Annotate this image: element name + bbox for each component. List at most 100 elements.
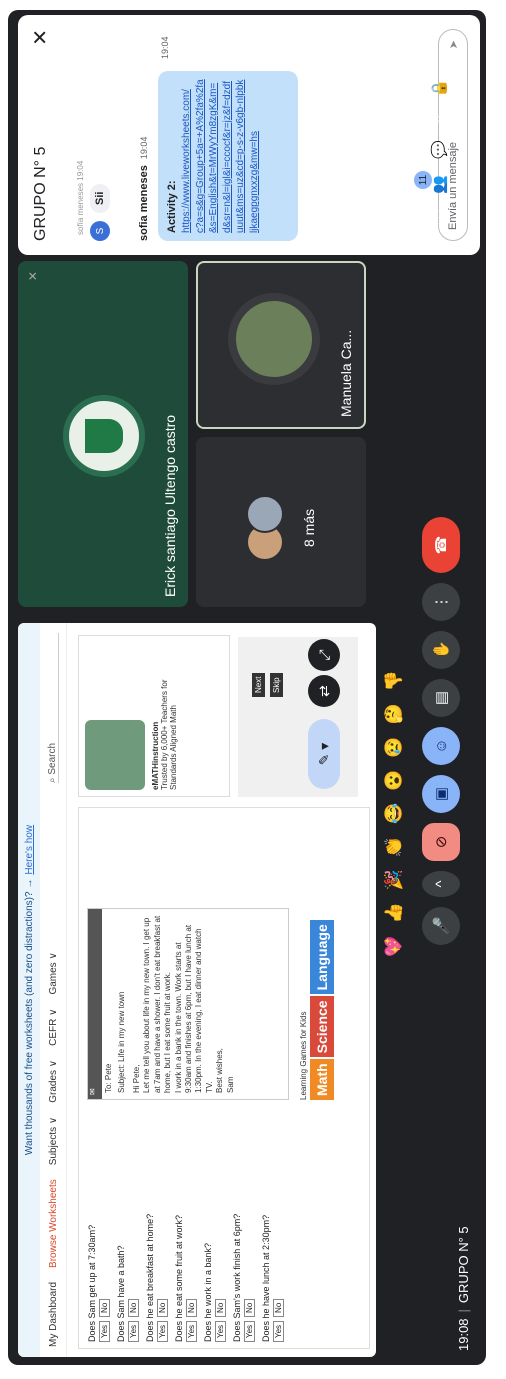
question-text: Does Sam have a bath? — [116, 1245, 126, 1342]
succulent-image — [85, 720, 145, 790]
no-box[interactable]: No — [215, 1298, 226, 1317]
reaction-surprised-icon[interactable]: 😮 — [384, 770, 404, 791]
no-box[interactable]: No — [186, 1298, 197, 1317]
raise-hand-button[interactable]: ✋ — [422, 631, 460, 669]
banner-link[interactable]: Here's how — [24, 825, 35, 875]
nav-games[interactable]: Games ∨ — [48, 952, 59, 994]
yes-box[interactable]: Yes — [157, 1320, 168, 1342]
emoji-button[interactable]: ☺ — [422, 727, 460, 765]
meeting-info: 19:08|GRUPO N° 5 — [456, 1226, 471, 1351]
info-icon[interactable]: ⓘ — [430, 210, 451, 225]
side-card-title: eMATHinstruction — [151, 721, 160, 790]
swap-icon[interactable]: ⇄ — [308, 675, 340, 707]
site-search[interactable]: ⌕ Search — [47, 633, 59, 783]
nav-subjects[interactable]: Subjects ∨ — [48, 1117, 59, 1165]
no-box[interactable]: No — [244, 1298, 255, 1317]
reaction-laugh-icon[interactable]: 😂 — [384, 803, 404, 824]
mic-off-icon: ✕ — [26, 271, 40, 282]
meeting-name: GRUPO N° 5 — [456, 1226, 471, 1304]
chat-title: GRUPO N° 5 — [32, 146, 49, 241]
no-box[interactable]: No — [99, 1298, 110, 1317]
question-text: Does Sam get up at 7:30am? — [87, 1224, 97, 1342]
skip-button[interactable]: Skip — [270, 673, 283, 697]
more-mic-icon[interactable]: ^ — [422, 871, 460, 897]
question-item: Does he have lunch at 2:30pm? Yes No — [261, 1112, 284, 1342]
email-subject: Subject: Life in my new town — [117, 991, 126, 1093]
more-vert-icon: ⋮ — [433, 594, 450, 610]
nav-browse[interactable]: Browse Worksheets — [48, 1179, 59, 1268]
chat-icon[interactable]: 💬 — [430, 141, 451, 160]
smile-icon: ☺ — [432, 738, 450, 754]
side-ad-card[interactable]: eMATHinstruction Trusted by 6,000+ Teach… — [78, 635, 230, 797]
present-button[interactable]: ▣ — [422, 775, 460, 813]
reaction-sad-icon[interactable]: 😢 — [384, 737, 404, 758]
more-participants-tile[interactable]: 8 más — [196, 437, 366, 607]
phone-icon: ☎ — [433, 535, 450, 555]
question-item: Does Sam have a bath? Yes No — [116, 1112, 139, 1342]
clock: 19:08 — [456, 1318, 471, 1351]
yes-box[interactable]: Yes — [273, 1320, 284, 1342]
chat-message: S Sii — [90, 183, 110, 241]
reaction-thinking-icon[interactable]: 🤔 — [384, 704, 404, 725]
activities-icon[interactable]: ⠿ — [430, 114, 451, 125]
end-call-button[interactable]: ☎ — [422, 517, 460, 573]
participant-tile-erick[interactable]: ✕ Erick santiago Ultengo castro — [18, 261, 188, 607]
learning-games-title: Learning Games for Kids — [299, 1011, 308, 1101]
reaction-party-icon[interactable]: 🎉 — [384, 869, 404, 890]
email-card: ✉ To: Pete Subject: Life in my new town … — [87, 908, 289, 1100]
avatar — [246, 495, 284, 533]
no-box[interactable]: No — [128, 1298, 139, 1317]
question-text: Does he eat breakfast at home? — [145, 1213, 155, 1342]
question-text: Does he eat some fruit at work? — [174, 1214, 184, 1342]
no-box[interactable]: No — [157, 1298, 168, 1317]
rotated-screen: Want thousands of free worksheets (and z… — [0, 0, 506, 1379]
reaction-thumbs-down-icon[interactable]: 👎 — [384, 670, 404, 691]
reaction-clap-icon[interactable]: 👏 — [384, 836, 404, 857]
mic-button[interactable]: 🎤 — [422, 907, 460, 945]
reaction-bar: 💖 👍 🎉 👏 😂 😮 😢 🤔 👎 — [384, 670, 404, 957]
email-to: To: Pete — [104, 1063, 113, 1093]
yes-box[interactable]: Yes — [244, 1320, 255, 1342]
more-options-button[interactable]: ⋮ — [422, 583, 460, 621]
participant-tile-manuela[interactable]: Manuela Ca... — [196, 261, 366, 429]
tab-math[interactable]: Math — [310, 1059, 334, 1100]
pen-tool-button[interactable]: ✎ ▾ — [308, 719, 340, 789]
captions-button[interactable]: ▤ — [422, 679, 460, 717]
call-controls: 🎤 ^ ⊘ ▣ ☺ ▤ ✋ ⋮ ☎ — [422, 517, 460, 945]
participant-name: Manuela Ca... — [338, 329, 354, 417]
message-bubble: Sii — [90, 183, 110, 213]
message-bubble: Activity 2: https://www.liveworksheets.c… — [158, 71, 298, 241]
close-icon[interactable]: ✕ — [28, 29, 53, 46]
yes-box[interactable]: Yes — [215, 1320, 226, 1342]
nav-dashboard[interactable]: My Dashboard — [48, 1282, 59, 1347]
question-item: Does Sam's work finish at 6pm? Yes No — [232, 1112, 255, 1342]
no-box[interactable]: No — [273, 1298, 284, 1317]
tab-language[interactable]: Language — [310, 920, 334, 995]
tab-science[interactable]: Science — [310, 996, 334, 1058]
message-link[interactable]: https://www.liveworksheets.com/c?a=s&g=G… — [180, 79, 261, 233]
nav-cefr[interactable]: CEFR ∨ — [48, 1009, 59, 1046]
yes-box[interactable]: Yes — [186, 1320, 197, 1342]
avatar — [228, 293, 320, 385]
lock-icon[interactable]: 🔒 — [430, 79, 451, 98]
banner-text: Want thousands of free worksheets (and z… — [23, 878, 35, 1156]
side-controls: ⓘ 👥 💬 ⠿ 🔒 — [430, 79, 451, 225]
side-card-text: Trusted by 6,000+ Teachers for Standards… — [160, 679, 178, 790]
question-text: Does he have lunch at 2:30pm? — [261, 1214, 271, 1342]
next-button[interactable]: Next — [252, 672, 265, 697]
yes-box[interactable]: Yes — [99, 1320, 110, 1342]
reaction-heart-icon[interactable]: 💖 — [384, 936, 404, 957]
reaction-thumbs-up-icon[interactable]: 👍 — [384, 903, 404, 924]
nav-grades[interactable]: Grades ∨ — [48, 1060, 59, 1103]
camera-off-button[interactable]: ⊘ — [422, 823, 460, 861]
learning-games-ad[interactable]: Learning Games for Kids Math Science Lan… — [299, 870, 351, 1100]
yes-box[interactable]: Yes — [128, 1320, 139, 1342]
captions-icon: ▤ — [433, 690, 450, 706]
mic-icon: 🎤 — [433, 916, 450, 936]
fullscreen-icon[interactable]: ⤢ — [308, 639, 340, 671]
sender-name: sofia meneses — [138, 165, 150, 241]
sender-time: 19:04 — [139, 136, 149, 160]
question-item: Does he work in a bank? Yes No — [203, 1112, 226, 1342]
previous-message-snippet: sofía meneses 19:04 — [76, 160, 85, 235]
people-icon[interactable]: 👥 — [430, 175, 451, 194]
